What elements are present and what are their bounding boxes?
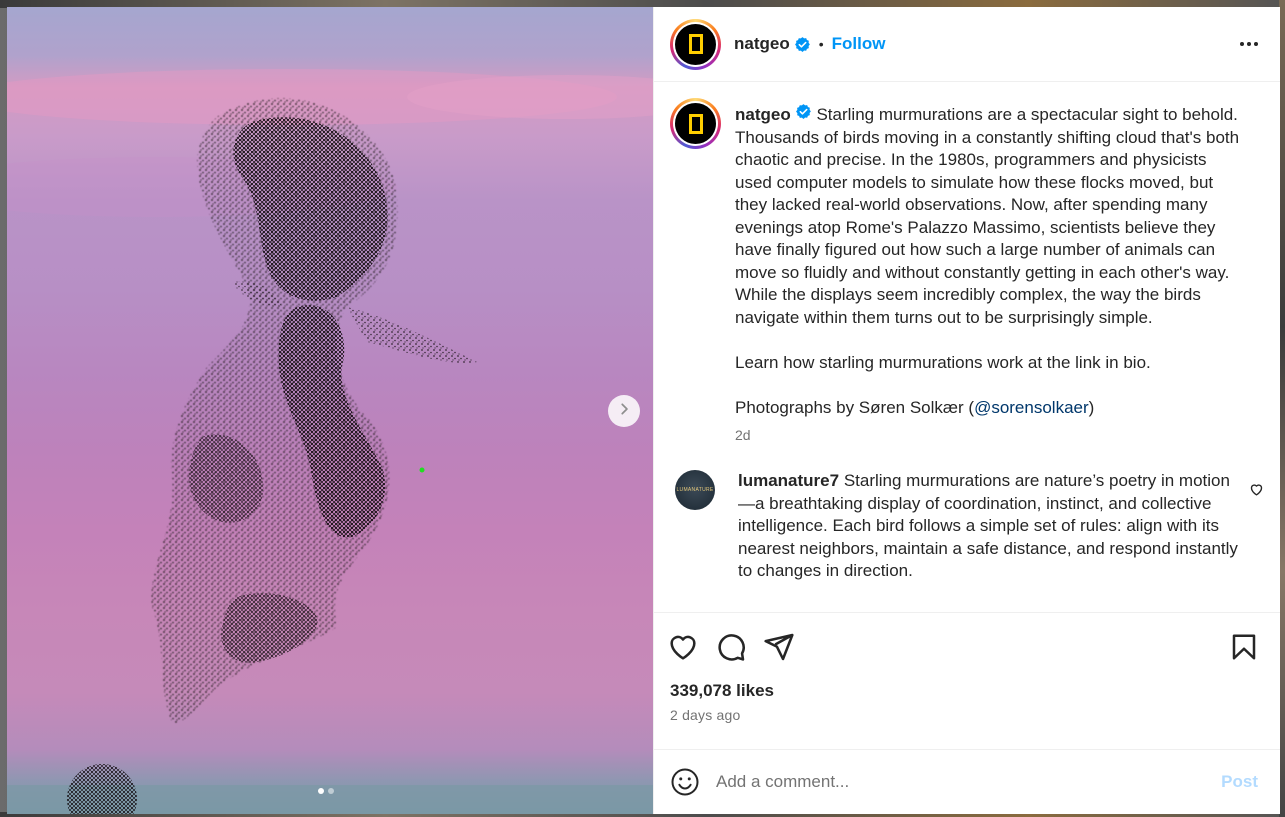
- commenter-avatar-text: LUMANATURE: [676, 487, 714, 493]
- action-bar: [654, 613, 1280, 681]
- comment-button[interactable]: [715, 631, 747, 663]
- add-comment-bar: Post: [654, 749, 1280, 814]
- natgeo-logo: [675, 23, 716, 65]
- verified-badge-icon: [794, 36, 811, 53]
- caption-text: natgeo Starling murmurations are a spect…: [735, 103, 1240, 419]
- caption-author-avatar[interactable]: [670, 98, 721, 149]
- caption-body-text: Starling murmurations are a spectacular …: [735, 105, 1240, 417]
- caption-age[interactable]: 2d: [735, 427, 1240, 443]
- verified-badge-icon: [795, 103, 812, 120]
- caption-close-paren: ): [1088, 397, 1095, 417]
- bookmark-icon: [1232, 634, 1256, 660]
- carousel-dot-1: [318, 788, 324, 794]
- comment-heart-icon[interactable]: [1249, 482, 1264, 502]
- post-media[interactable]: [7, 7, 653, 814]
- comment-text: lumanature7 Starling murmurations are na…: [738, 470, 1238, 583]
- chevron-right-icon: [617, 402, 631, 421]
- post-modal: natgeo • Follow natgeo Starling murmurat…: [7, 7, 1280, 814]
- caption: natgeo Starling murmurations are a spect…: [670, 98, 1264, 443]
- save-button[interactable]: [1229, 632, 1259, 662]
- more-options-button[interactable]: [1234, 36, 1264, 52]
- author-avatar[interactable]: [670, 18, 721, 70]
- comment-item: LUMANATURE lumanature7 Starling murmurat…: [670, 470, 1264, 583]
- post-date[interactable]: 2 days ago: [654, 701, 1280, 723]
- share-button[interactable]: [763, 631, 795, 663]
- follow-button[interactable]: Follow: [832, 34, 886, 54]
- more-horizontal-icon: [1240, 42, 1244, 46]
- carousel-indicator: [318, 788, 334, 794]
- comment-input[interactable]: [716, 772, 1222, 792]
- carousel-next-button[interactable]: [608, 395, 640, 427]
- like-button[interactable]: [667, 631, 699, 663]
- caption-mention-link[interactable]: @sorensolkaer: [974, 398, 1089, 417]
- murmuration-photo: [7, 69, 653, 814]
- carousel-dot-2: [328, 788, 334, 794]
- emoji-button[interactable]: [670, 767, 700, 797]
- comment-icon: [718, 634, 745, 661]
- heart-icon: [670, 635, 696, 660]
- paper-plane-icon: [764, 633, 794, 661]
- commenter-avatar[interactable]: LUMANATURE: [675, 470, 715, 510]
- post-details-panel: natgeo • Follow natgeo Starling murmurat…: [653, 7, 1280, 814]
- commenter-username[interactable]: lumanature7: [738, 471, 839, 490]
- comments-section[interactable]: natgeo Starling murmurations are a spect…: [654, 82, 1280, 613]
- author-username[interactable]: natgeo: [734, 34, 790, 54]
- likes-count[interactable]: 339,078 likes: [654, 681, 1280, 701]
- header-user-info: natgeo • Follow: [734, 34, 885, 54]
- post-header: natgeo • Follow: [654, 7, 1280, 82]
- smiley-icon: [671, 768, 699, 796]
- natgeo-logo: [675, 103, 716, 144]
- caption-username[interactable]: natgeo: [735, 105, 791, 124]
- post-comment-button[interactable]: Post: [1221, 772, 1258, 792]
- header-separator: •: [818, 36, 824, 52]
